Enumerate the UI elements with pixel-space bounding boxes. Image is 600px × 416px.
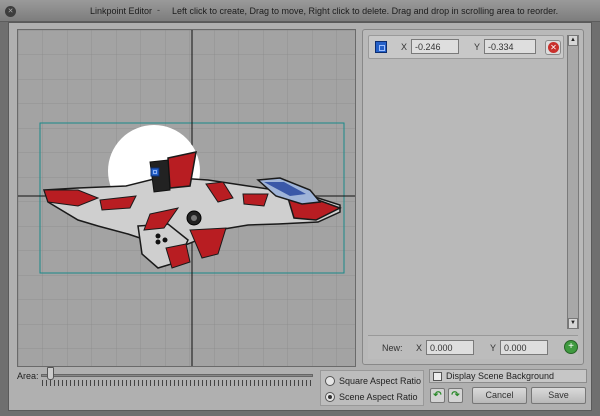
y-label: Y [474,42,481,52]
linkpoint-row[interactable]: X -0.246 Y -0.334 ✕ [368,35,564,59]
linkpoint-y-field[interactable]: -0.334 [484,39,536,54]
undo-icon[interactable]: ↶ [430,388,445,403]
new-linkpoint-row: New: X 0.000 Y 0.000 + [368,335,578,359]
x-label: X [401,42,408,52]
save-button[interactable]: Save [531,387,586,404]
delete-icon: ✕ [548,42,559,53]
new-y-field[interactable]: 0.000 [500,340,548,355]
area-slider[interactable] [41,374,313,377]
area-slider-ticks [42,380,313,386]
close-icon[interactable]: ✕ [5,6,16,17]
scroll-down-icon[interactable]: ▼ [568,318,578,329]
new-x-field[interactable]: 0.000 [426,340,474,355]
display-background-option[interactable]: Display Scene Background [429,369,587,383]
redo-icon[interactable]: ↷ [448,388,463,403]
instructions-text: Left click to create, Drag to move, Righ… [172,6,559,16]
linkpoint-x-field[interactable]: -0.246 [411,39,459,54]
linkpoint-list-panel[interactable]: X -0.246 Y -0.334 ✕ ▲ ▼ New: X 0.000 Y 0… [362,29,584,365]
area-slider-thumb[interactable] [47,367,55,380]
editor-window: X -0.246 Y -0.334 ✕ ▲ ▼ New: X 0.000 Y 0… [8,22,592,411]
new-x-label: X [416,343,423,353]
cancel-button[interactable]: Cancel [472,387,527,404]
area-label: Area: [17,371,39,381]
display-background-label: Display Scene Background [446,371,555,381]
scroll-up-icon[interactable]: ▲ [568,35,578,46]
square-aspect-label: Square Aspect Ratio [339,376,422,386]
list-scrollbar[interactable]: ▲ ▼ [567,35,579,329]
delete-linkpoint-button[interactable]: ✕ [545,40,561,55]
new-y-label: Y [490,343,497,353]
window-title: Linkpoint Editor [90,6,153,16]
scene-aspect-label: Scene Aspect Ratio [339,392,418,402]
square-aspect-radio[interactable] [325,376,335,386]
aspect-ratio-group: Square Aspect Ratio Scene Aspect Ratio [320,370,424,406]
title-separator: - [157,5,160,15]
title-bar: ✕ Linkpoint Editor - Left click to creat… [0,0,600,22]
display-background-checkbox[interactable] [433,372,442,381]
add-icon[interactable]: + [564,340,578,354]
scene-aspect-radio[interactable] [325,392,335,402]
linkpoint-marker[interactable] [150,167,160,177]
new-label: New: [382,343,403,353]
linkpoint-color-swatch [375,41,387,53]
editor-canvas[interactable] [17,29,356,367]
canvas-drawing [18,30,355,366]
